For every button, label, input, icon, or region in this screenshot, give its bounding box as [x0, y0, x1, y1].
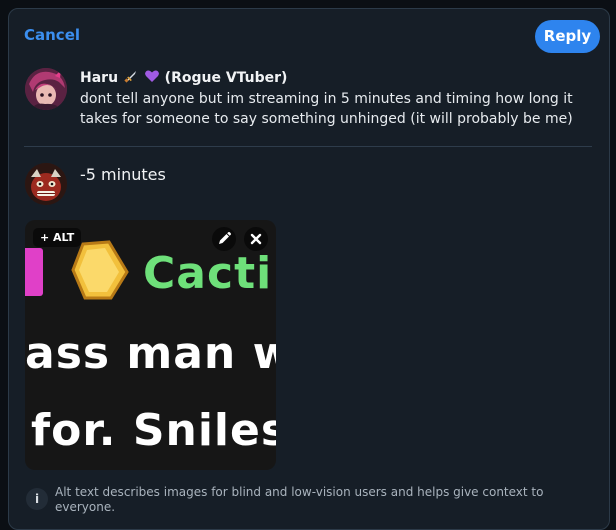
reply-dialog: Cancel Reply Haru (Rogue VTuber) dont te…	[8, 8, 610, 530]
author-suffix-text: (Rogue VTuber)	[164, 70, 288, 86]
image-text-line-1: Cacti	[143, 248, 273, 299]
compose-text-input[interactable]: -5 minutes	[80, 165, 166, 184]
image-text-line-3: for. Sniles s	[31, 405, 276, 456]
close-icon	[250, 233, 262, 245]
purple-heart-icon	[144, 68, 160, 84]
add-alt-text-button[interactable]: + ALT	[33, 228, 82, 247]
reply-button[interactable]: Reply	[535, 20, 600, 53]
own-avatar	[25, 163, 67, 205]
cancel-button[interactable]: Cancel	[24, 26, 80, 44]
edit-image-button[interactable]	[212, 227, 236, 251]
divider	[24, 146, 592, 147]
parent-author-name[interactable]: Haru (Rogue VTuber)	[80, 68, 287, 86]
info-icon: i	[26, 488, 48, 510]
pencil-icon	[219, 231, 232, 244]
image-gem-icon	[71, 240, 129, 300]
parent-author-avatar[interactable]	[25, 68, 67, 110]
dagger-icon	[123, 68, 139, 84]
parent-post-text: dont tell anyone but im streaming in 5 m…	[80, 91, 573, 127]
alt-info-text: Alt text describes images for blind and …	[55, 485, 544, 514]
attached-image: Cacti ass man wh for. Sniles s + ALT	[25, 220, 276, 470]
image-pink-shape	[25, 248, 43, 296]
image-text-line-2: ass man wh	[25, 328, 276, 379]
author-name-text: Haru	[80, 70, 119, 86]
remove-image-button[interactable]	[244, 227, 268, 251]
